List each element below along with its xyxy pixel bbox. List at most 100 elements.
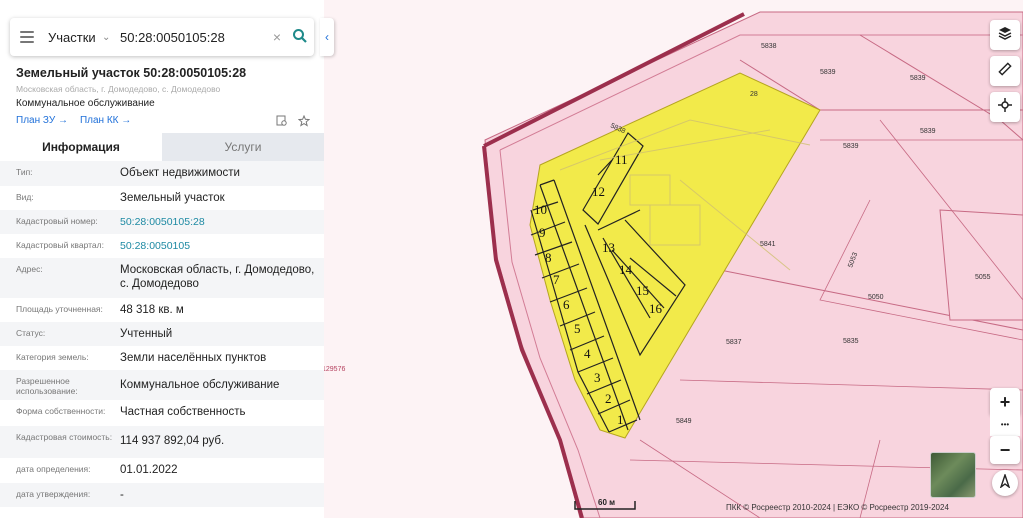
parcel-label: 5839 — [920, 128, 936, 135]
row-label: Адрес: — [16, 264, 43, 274]
row-value: Объект недвижимости — [120, 167, 240, 179]
info-row-area: Площадь уточненная: 48 318 кв. м — [0, 298, 324, 322]
ruler-icon — [998, 61, 1012, 81]
parcel-label: 129576 — [322, 366, 345, 373]
search-type-select[interactable]: Участки — [48, 30, 100, 45]
info-row-cadastral-quarter: Кадастровый квартал: 50:28:0050105 — [0, 234, 324, 258]
scale-label: 60 м — [598, 498, 616, 507]
plot-number: 4 — [584, 346, 591, 361]
plot-number: 10 — [534, 202, 547, 217]
search-icon[interactable] — [292, 28, 310, 46]
compass-icon — [999, 472, 1011, 493]
info-row-permitted-use: Разрешенное использование: Коммунальное … — [0, 370, 324, 400]
zoom-out-button[interactable]: − — [990, 436, 1020, 464]
row-value: Земли населённых пунктов — [120, 352, 267, 364]
row-value: Коммунальное обслуживание — [120, 379, 280, 391]
row-label: дата утверждения: — [16, 489, 91, 499]
info-row-land-category: Категория земель: Земли населённых пункт… — [0, 346, 324, 370]
plot-number: 6 — [563, 297, 570, 312]
row-label: Кадастровый номер: — [16, 216, 98, 226]
row-value: 114 937 892,04 руб. — [120, 435, 225, 447]
crosshair-icon — [998, 97, 1012, 117]
info-row-type: Тип: Объект недвижимости — [0, 161, 324, 186]
parcel-label: 5837 — [726, 339, 742, 346]
info-row-address: Адрес: Московская область, г. Домодедово… — [0, 258, 324, 298]
cadastral-number-link[interactable]: 50:28:0050105:28 — [120, 210, 316, 229]
info-row-status: Статус: Учтенный — [0, 322, 324, 346]
parcel-label: 5839 — [910, 75, 926, 82]
parcel-label: 5839 — [820, 69, 836, 76]
attribution-text: ПКК © Росреестр 2010-2024 | ЕЭКО © Росре… — [726, 503, 949, 512]
parcel-label: 5838 — [761, 43, 777, 50]
ruler-button[interactable] — [990, 56, 1020, 86]
info-panel: Участки ⌄ 50:28:0050105:28 × Земельный у… — [0, 0, 324, 518]
search-input[interactable]: 50:28:0050105:28 — [120, 30, 268, 45]
plot-number: 13 — [602, 240, 615, 255]
plot-number: 14 — [619, 262, 633, 277]
tab-services[interactable]: Услуги — [162, 133, 324, 161]
row-label: Статус: — [16, 328, 46, 338]
parcel-label: 5838 — [609, 122, 626, 135]
search-bar: Участки ⌄ 50:28:0050105:28 × — [10, 18, 314, 56]
row-value: 48 318 кв. м — [120, 304, 184, 316]
row-label: Форма собственности: — [16, 406, 106, 416]
minimap-thumbnail[interactable] — [930, 452, 976, 498]
plot-number: 12 — [592, 184, 605, 199]
row-value: Частная собственность — [120, 406, 246, 418]
plot-number: 7 — [553, 272, 560, 287]
row-value: Учтенный — [120, 328, 173, 340]
purpose-text: Коммунальное обслуживание — [16, 98, 155, 109]
collapse-panel-button[interactable]: ‹ — [320, 18, 334, 56]
row-value: Московская область, г. Домодедово, с. До… — [120, 264, 315, 290]
row-label: Вид: — [16, 192, 34, 202]
plot-number: 15 — [636, 283, 649, 298]
cadastral-quarter-link[interactable]: 50:28:0050105 — [120, 234, 316, 253]
plot-number: 9 — [539, 225, 546, 240]
parcel-label: 5055 — [975, 274, 991, 281]
parcel-label: 28 — [750, 91, 758, 98]
info-table: Тип: Объект недвижимости Вид: Земельный … — [0, 161, 324, 507]
row-value: 01.01.2022 — [120, 464, 178, 476]
parcel-label: 5839 — [843, 143, 859, 150]
star-icon[interactable] — [297, 114, 311, 132]
plan-kk-link[interactable]: План КК → — [80, 115, 131, 126]
compass-button[interactable] — [992, 470, 1018, 496]
parcel-label: 5841 — [760, 241, 776, 248]
info-row-approval-date: дата утверждения: - — [0, 483, 324, 507]
address-subtitle: Московская область, г. Домодедово, с. До… — [16, 84, 221, 94]
layers-icon — [998, 26, 1012, 45]
row-label: Кадастровый квартал: — [16, 240, 104, 250]
row-value: - — [120, 489, 124, 501]
plot-number: 11 — [615, 152, 628, 167]
locate-button[interactable] — [990, 92, 1020, 122]
row-label: Категория земель: — [16, 352, 89, 362]
chevron-down-icon[interactable]: ⌄ — [102, 32, 118, 43]
plot-number: 3 — [594, 370, 601, 385]
plot-number: 5 — [574, 321, 581, 336]
info-row-determination-date: дата определения: 01.01.2022 — [0, 458, 324, 483]
parcel-label: 5835 — [843, 338, 859, 345]
parcel-label: 5053 — [847, 252, 859, 269]
page-title: Земельный участок 50:28:0050105:28 — [16, 66, 247, 80]
row-value: Земельный участок — [120, 192, 225, 204]
row-label: Площадь уточненная: — [16, 304, 103, 314]
info-row-ownership: Форма собственности: Частная собственнос… — [0, 400, 324, 426]
close-icon[interactable]: × — [268, 29, 286, 45]
layers-button[interactable] — [990, 20, 1020, 50]
plot-number: 2 — [605, 391, 612, 406]
parcel-label: 5849 — [676, 418, 692, 425]
tab-info[interactable]: Информация — [0, 133, 162, 161]
more-button[interactable]: ••• — [990, 412, 1020, 436]
row-label: Кадастровая стоимость: — [16, 432, 113, 442]
locate-object-icon[interactable] — [276, 114, 288, 132]
plot-number: 8 — [545, 250, 552, 265]
scale-bar: 60 м — [574, 498, 636, 510]
plan-zu-link[interactable]: План ЗУ → — [16, 115, 68, 126]
info-row-cadastral-value: Кадастровая стоимость: 114 937 892,04 ру… — [0, 426, 324, 458]
plot-number: 1 — [617, 412, 624, 427]
menu-icon[interactable] — [20, 31, 34, 43]
row-label: Тип: — [16, 167, 33, 177]
row-label: дата определения: — [16, 464, 91, 474]
plot-number: 16 — [649, 301, 663, 316]
parcel-label: 5050 — [868, 294, 884, 301]
